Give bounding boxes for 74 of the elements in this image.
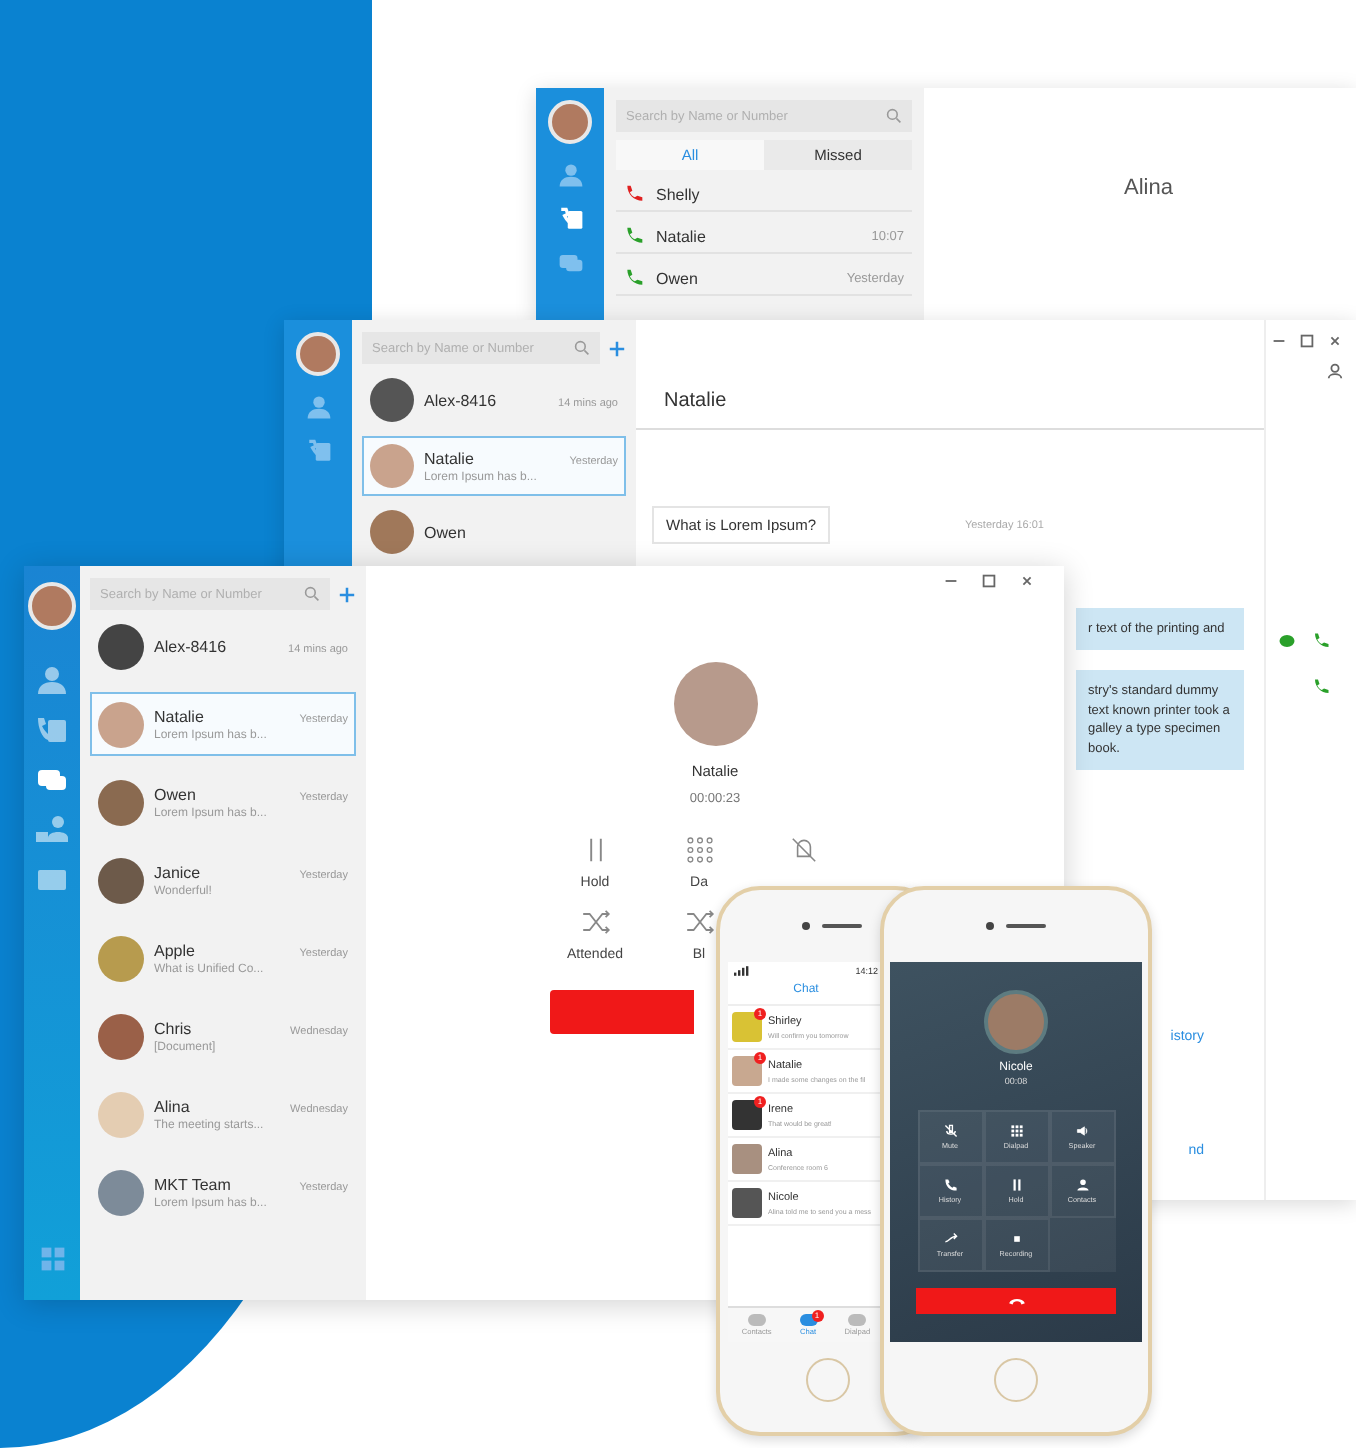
avatar-icon (548, 100, 592, 144)
avatar-icon (732, 1100, 762, 1130)
contact-name: Natalie (154, 707, 204, 725)
avatar-icon (28, 582, 76, 630)
search-icon[interactable] (886, 108, 902, 124)
hold-icon (1009, 1178, 1023, 1192)
contact-name: Janice (154, 863, 201, 881)
search-icon[interactable] (574, 340, 590, 356)
mute-icon[interactable] (787, 834, 819, 866)
call-log-icon[interactable] (557, 206, 583, 232)
maximize-icon[interactable] (1298, 332, 1316, 350)
chat-title: Natalie (664, 390, 727, 412)
avatar-icon (98, 701, 144, 747)
contact-name: Alina (1124, 176, 1173, 200)
search-icon[interactable] (304, 586, 320, 602)
dialpad-icon (1009, 1124, 1023, 1138)
avatar-icon (98, 779, 144, 825)
add-icon[interactable] (338, 585, 356, 603)
phone-icon[interactable] (1312, 632, 1330, 650)
avatar-icon (370, 444, 414, 488)
contacts-icon (1075, 1178, 1089, 1192)
contact-name: Chris (154, 1019, 192, 1037)
contacts-icon[interactable] (557, 162, 583, 188)
dialpad-icon[interactable] (683, 834, 715, 866)
caller-name: Owen (656, 269, 700, 287)
contact-name: Alina (154, 1097, 190, 1115)
contact-item[interactable]: Owen (362, 502, 626, 562)
contact-name: Owen (154, 785, 196, 803)
contact-name: Owen (424, 523, 466, 541)
add-contact-icon[interactable] (1326, 362, 1344, 380)
hang-up-icon (1007, 1296, 1025, 1306)
message-icon[interactable] (1278, 632, 1296, 650)
avatar-icon (732, 1056, 762, 1086)
avatar-icon (732, 1012, 762, 1042)
maximize-icon[interactable] (980, 572, 998, 590)
avatar-icon (98, 1169, 144, 1215)
close-icon[interactable] (1018, 572, 1036, 590)
voicemail-icon[interactable] (36, 864, 68, 896)
history-icon (943, 1178, 957, 1192)
close-icon[interactable] (1326, 332, 1344, 350)
avatar-icon (98, 857, 144, 903)
avatar-icon (98, 935, 144, 981)
conference-icon[interactable] (36, 814, 68, 846)
transfer-icon[interactable] (579, 906, 611, 938)
transfer-icon[interactable] (683, 906, 715, 938)
mute-icon (943, 1124, 957, 1138)
avatar-icon (98, 1091, 144, 1137)
contact-name: Alex-8416 (424, 391, 497, 409)
transfer-icon (943, 1232, 957, 1246)
chat-icon[interactable] (36, 764, 68, 796)
avatar-icon (984, 990, 1048, 1054)
phone-icon[interactable] (1312, 678, 1330, 696)
signal-icon (734, 966, 750, 976)
avatar-icon (370, 378, 414, 422)
avatar-icon (370, 510, 414, 554)
avatar-icon (732, 1144, 762, 1174)
contacts-icon[interactable] (305, 394, 331, 420)
contact-name: Alex-8416 (154, 637, 227, 655)
photo-placeholder (673, 662, 757, 746)
contact-name: Natalie (424, 449, 474, 467)
caller-name: Shelly (656, 185, 702, 203)
caller-name: Natalie (656, 227, 708, 245)
avatar-icon (732, 1188, 762, 1218)
call-log-icon[interactable] (305, 438, 331, 464)
contacts-icon[interactable] (36, 664, 68, 696)
add-icon[interactable] (608, 339, 626, 357)
avatar-icon (98, 1013, 144, 1059)
calls-icon[interactable] (36, 714, 68, 746)
contact-name: MKT Team (154, 1175, 231, 1193)
avatar-icon (296, 332, 340, 376)
contact-name: Apple (154, 941, 195, 959)
speaker-icon (1075, 1124, 1089, 1138)
chat-icon[interactable] (557, 250, 583, 276)
avatar-icon (98, 623, 144, 669)
